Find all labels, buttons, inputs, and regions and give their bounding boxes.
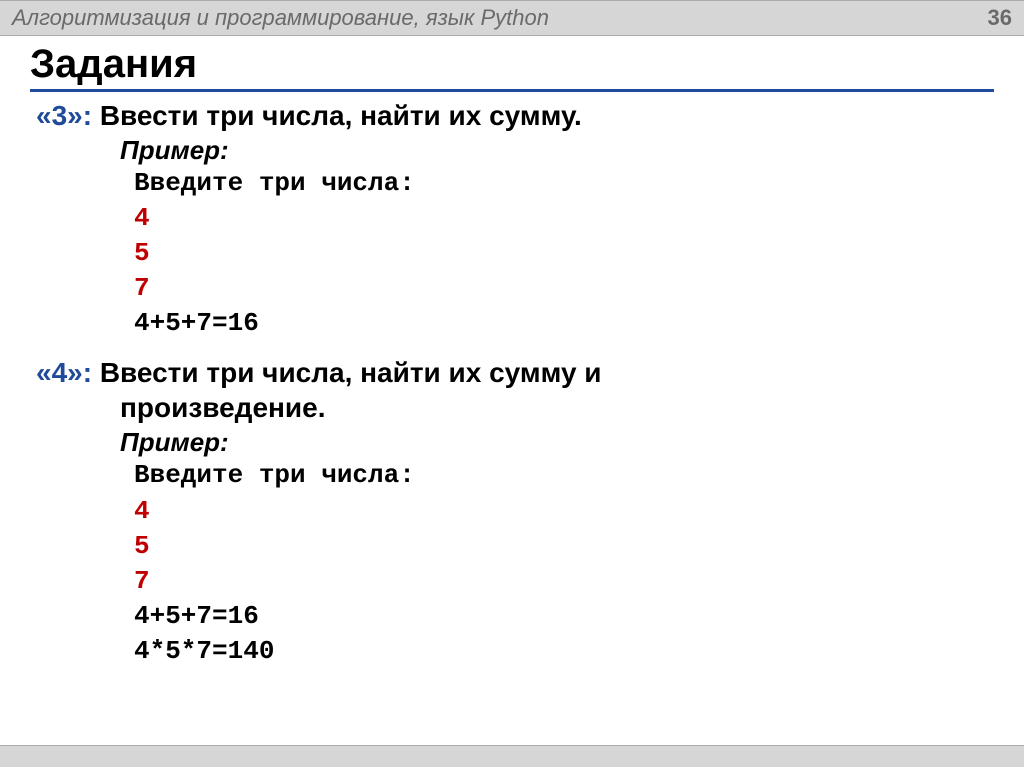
code-output: 4+5+7=16 xyxy=(134,308,259,338)
example-label: Пример: xyxy=(120,135,994,166)
task-block: «3»: Ввести три числа, найти их сумму. П… xyxy=(36,98,994,341)
code-input: 7 xyxy=(134,566,150,596)
code-block: Введите три числа: 4 5 7 4+5+7=16 4*5*7=… xyxy=(134,458,994,669)
code-output: 4*5*7=140 xyxy=(134,636,274,666)
task-heading-cont: произведение. xyxy=(120,390,994,425)
code-prompt: Введите три числа: xyxy=(134,460,415,490)
task-heading: «3»: Ввести три числа, найти их сумму. xyxy=(36,98,994,133)
code-input: 7 xyxy=(134,273,150,303)
content-area: Задания «3»: Ввести три числа, найти их … xyxy=(0,36,1024,745)
task-heading: «4»: Ввести три числа, найти их сумму и xyxy=(36,355,994,390)
task-description: Ввести три числа, найти их сумму и xyxy=(100,357,602,388)
page-number: 36 xyxy=(988,5,1012,31)
code-input: 4 xyxy=(134,203,150,233)
code-output: 4+5+7=16 xyxy=(134,601,259,631)
example-label: Пример: xyxy=(120,427,994,458)
code-input: 4 xyxy=(134,496,150,526)
task-body: Пример: Введите три числа: 4 5 7 4+5+7=1… xyxy=(120,135,994,341)
code-input: 5 xyxy=(134,531,150,561)
header-title: Алгоритмизация и программирование, язык … xyxy=(12,5,549,31)
code-prompt: Введите три числа: xyxy=(134,168,415,198)
page-title: Задания xyxy=(30,42,994,92)
task-block: «4»: Ввести три числа, найти их сумму и … xyxy=(36,355,994,669)
footer-bar xyxy=(0,745,1024,767)
task-body: Пример: Введите три числа: 4 5 7 4+5+7=1… xyxy=(120,427,994,669)
task-marker: «4»: xyxy=(36,357,92,388)
task-marker: «3»: xyxy=(36,100,92,131)
code-block: Введите три числа: 4 5 7 4+5+7=16 xyxy=(134,166,994,341)
header-bar: Алгоритмизация и программирование, язык … xyxy=(0,0,1024,36)
code-input: 5 xyxy=(134,238,150,268)
task-description: Ввести три числа, найти их сумму. xyxy=(100,100,582,131)
task-description-line2: произведение. xyxy=(120,392,326,423)
slide-page: Алгоритмизация и программирование, язык … xyxy=(0,0,1024,767)
